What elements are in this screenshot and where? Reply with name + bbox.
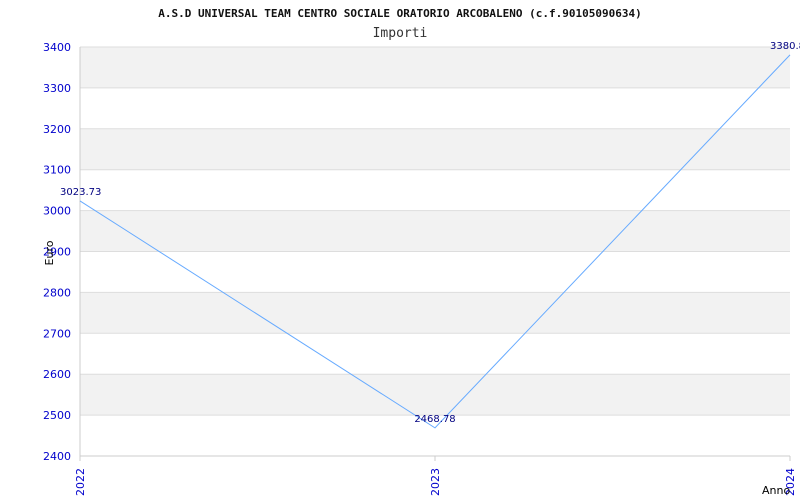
- chart-title: A.S.D UNIVERSAL TEAM CENTRO SOCIALE ORAT…: [158, 7, 641, 20]
- data-label-2023: 2468.78: [414, 414, 455, 425]
- y-tick-label-3000: 3000: [43, 205, 71, 218]
- line-chart: 2400250026002700280029003000310032003300…: [43, 7, 800, 497]
- x-axis-label: Anno: [762, 484, 790, 497]
- x-tick-label-2023: 2023: [429, 468, 442, 496]
- y-tick-label-2400: 2400: [43, 450, 71, 463]
- x-tick-labels: 2022 2023 2024: [74, 456, 797, 496]
- band-3100-3200: [80, 128, 790, 170]
- y-tick-label-3200: 3200: [43, 123, 71, 136]
- y-tick-label-2500: 2500: [43, 409, 71, 422]
- band-2700-2800: [80, 292, 790, 334]
- y-tick-label-2700: 2700: [43, 327, 71, 340]
- y-tick-label-2800: 2800: [43, 286, 71, 299]
- data-label-2022: 3023.73: [60, 187, 101, 198]
- y-tick-label-3400: 3400: [43, 41, 71, 54]
- y-tick-label-3100: 3100: [43, 164, 71, 177]
- band-2900-3000: [80, 210, 790, 252]
- background-bands: [80, 47, 790, 416]
- band-3300-3400: [80, 47, 790, 88]
- band-2500-2600: [80, 374, 790, 416]
- y-tick-label-2600: 2600: [43, 368, 71, 381]
- chart-subtitle: Importi: [373, 26, 428, 41]
- y-axis-label: Euro: [43, 240, 56, 265]
- y-tick-label-3300: 3300: [43, 82, 71, 95]
- data-label-2024: 3380.8: [770, 41, 800, 52]
- x-tick-label-2022: 2022: [74, 468, 87, 496]
